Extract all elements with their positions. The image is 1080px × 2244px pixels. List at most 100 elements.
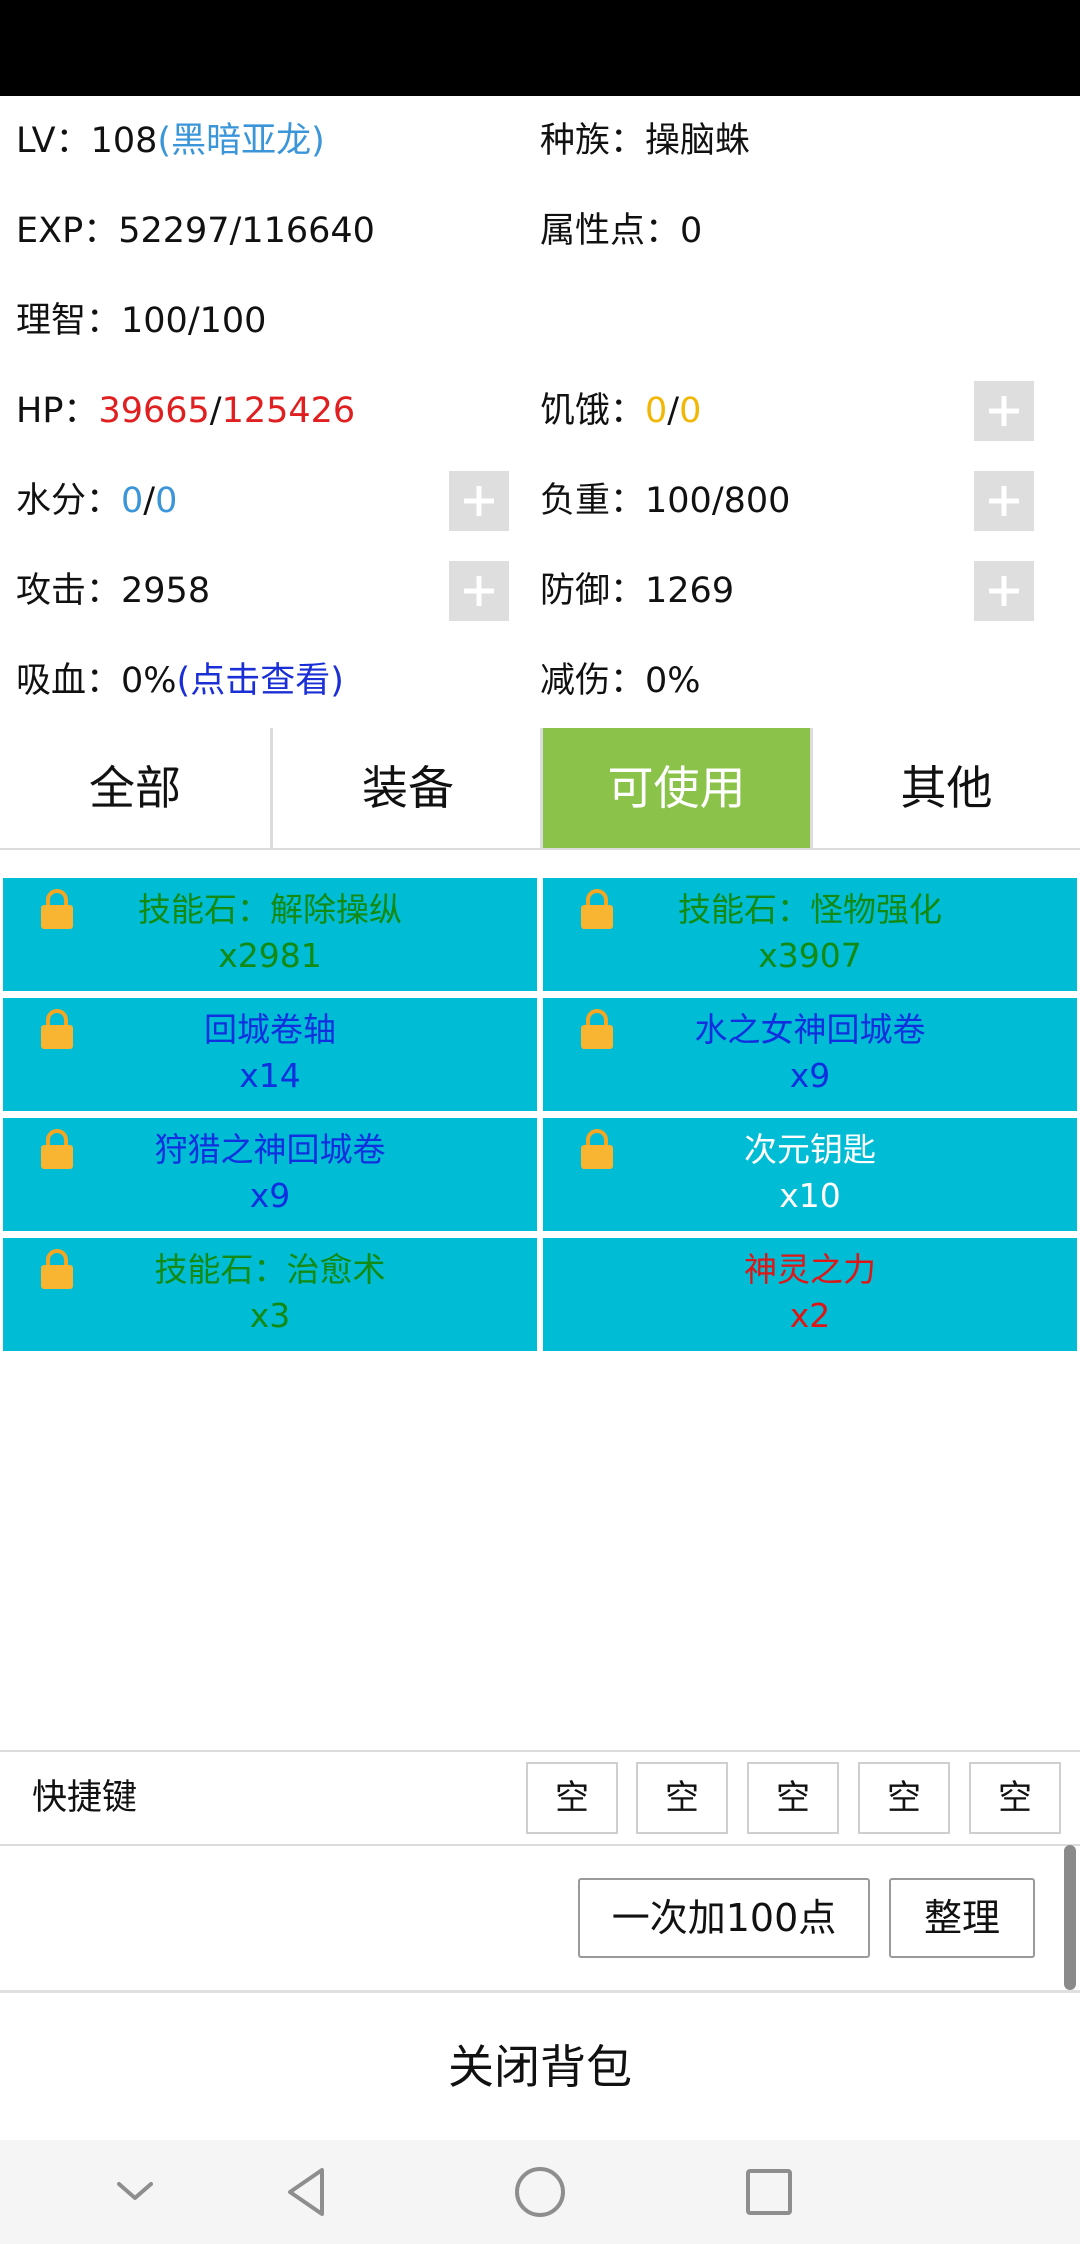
close-bag-button[interactable]: 关闭背包 (0, 1997, 1080, 2137)
plus-icon (989, 576, 1019, 606)
attack-value: 2958 (121, 571, 211, 611)
item-slot[interactable]: 技能石：解除操纵 x2981 (3, 878, 537, 991)
status-bar (0, 0, 1080, 96)
stats-row-hp: HP：39665/125426 饥饿：0/0 (0, 366, 1080, 456)
item-quantity: x2 (789, 1296, 831, 1335)
item-slot[interactable]: 技能石：怪物强化 x3907 (543, 878, 1077, 991)
hunger-label: 饥饿： (540, 391, 646, 431)
divider (0, 1990, 1080, 1993)
tab-all[interactable]: 全部 (0, 728, 270, 848)
exp-value: 52297/116640 (118, 211, 375, 251)
lifesteal-stat: 吸血：0%(点击查看) (16, 636, 344, 726)
item-name: 狩猎之神回城卷 (154, 1130, 386, 1169)
plus-icon (989, 486, 1019, 516)
hunger-current: 0 (645, 391, 668, 431)
item-quantity: x9 (789, 1056, 831, 1095)
item-slot[interactable]: 水之女神回城卷 x9 (543, 998, 1077, 1111)
race-stat: 种族：操脑蛛 (540, 96, 750, 186)
water-separator: / (143, 481, 156, 521)
stats-row-level: LV：108(黑暗亚龙) 种族：操脑蛛 (0, 96, 1080, 186)
scrollbar-thumb[interactable] (1064, 1845, 1076, 1990)
lifesteal-value: 0% (121, 661, 177, 701)
stats-row-exp: EXP：52297/116640 属性点：0 (0, 186, 1080, 276)
system-nav-bar (0, 2140, 1080, 2244)
attack-plus-button[interactable] (449, 561, 509, 621)
item-name: 技能石：怪物强化 (678, 890, 942, 929)
home-circle-icon[interactable] (508, 2160, 572, 2224)
plus-icon (464, 576, 494, 606)
tab-usable[interactable]: 可使用 (543, 728, 810, 848)
item-quantity: x9 (249, 1176, 291, 1215)
weight-plus-button[interactable] (974, 471, 1034, 531)
defense-plus-button[interactable] (974, 561, 1034, 621)
attack-label: 攻击： (16, 571, 122, 611)
hunger-max: 0 (679, 391, 702, 431)
quick-slot[interactable]: 空 (969, 1762, 1061, 1834)
quick-slot[interactable]: 空 (747, 1762, 839, 1834)
level-stat: LV：108(黑暗亚龙) (16, 96, 325, 186)
plus-icon (989, 396, 1019, 426)
defense-value: 1269 (645, 571, 735, 611)
weight-stat: 负重：100/800 (540, 456, 790, 546)
inventory-tabs: 全部 装备 可使用 其他 (0, 728, 1080, 850)
tab-equipment[interactable]: 装备 (273, 728, 543, 848)
quick-slot[interactable]: 空 (636, 1762, 728, 1834)
tab-other[interactable]: 其他 (813, 728, 1080, 848)
race-value: 操脑蛛 (645, 121, 751, 161)
level-title: (黑暗亚龙) (157, 121, 325, 161)
exp-stat: EXP：52297/116640 (16, 186, 375, 276)
quickbar: 快捷键 空 空 空 空 空 (0, 1750, 1080, 1846)
plus-icon (464, 486, 494, 516)
attr-points-label: 属性点： (540, 211, 681, 251)
defense-label: 防御： (540, 571, 646, 611)
damage-reduction-label: 减伤： (540, 661, 646, 701)
level-value: 108 (90, 121, 158, 161)
quick-slot[interactable]: 空 (858, 1762, 950, 1834)
item-name: 回城卷轴 (204, 1010, 336, 1049)
item-name: 技能石：解除操纵 (138, 890, 402, 929)
hp-label: HP： (16, 391, 99, 431)
hp-current: 39665 (98, 391, 210, 431)
quick-slot[interactable]: 空 (526, 1762, 618, 1834)
hunger-separator: / (667, 391, 680, 431)
lifesteal-label: 吸血： (16, 661, 122, 701)
weight-value: 100/800 (645, 481, 791, 521)
water-stat: 水分：0/0 (16, 456, 177, 546)
attr-points-value: 0 (680, 211, 703, 251)
item-slot[interactable]: 技能石：治愈术 x3 (3, 1238, 537, 1351)
race-label: 种族： (540, 121, 646, 161)
lifesteal-detail-link[interactable]: (点击查看) (177, 661, 344, 701)
sanity-label: 理智： (16, 301, 122, 341)
defense-stat: 防御：1269 (540, 546, 734, 636)
item-name: 次元钥匙 (744, 1130, 876, 1169)
damage-reduction-stat: 减伤：0% (540, 636, 701, 726)
sort-button[interactable]: 整理 (889, 1878, 1035, 1958)
sanity-stat: 理智：100/100 (16, 276, 266, 366)
item-slot[interactable]: 神灵之力 x2 (543, 1238, 1077, 1351)
attr-points-stat: 属性点：0 (540, 186, 702, 276)
stats-row-attack: 攻击：2958 防御：1269 (0, 546, 1080, 636)
water-max: 0 (155, 481, 178, 521)
item-name: 技能石：治愈术 (154, 1250, 386, 1289)
hunger-plus-button[interactable] (974, 381, 1034, 441)
water-label: 水分： (16, 481, 122, 521)
item-quantity: x3907 (758, 936, 862, 975)
hunger-stat: 饥饿：0/0 (540, 366, 701, 456)
water-plus-button[interactable] (449, 471, 509, 531)
item-slot[interactable]: 回城卷轴 x14 (3, 998, 537, 1111)
add-100-points-button[interactable]: 一次加100点 (578, 1878, 870, 1958)
exp-label: EXP： (16, 211, 119, 251)
recent-square-icon[interactable] (737, 2160, 801, 2224)
hp-separator: / (209, 391, 222, 431)
item-name: 神灵之力 (744, 1250, 876, 1289)
hp-stat: HP：39665/125426 (16, 366, 355, 456)
chevron-down-icon[interactable] (103, 2160, 167, 2224)
item-quantity: x3 (249, 1296, 291, 1335)
item-quantity: x2981 (218, 936, 322, 975)
sanity-value: 100/100 (121, 301, 267, 341)
damage-reduction-value: 0% (645, 661, 701, 701)
water-current: 0 (121, 481, 144, 521)
item-slot[interactable]: 次元钥匙 x10 (543, 1118, 1077, 1231)
back-triangle-icon[interactable] (278, 2160, 342, 2224)
item-slot[interactable]: 狩猎之神回城卷 x9 (3, 1118, 537, 1231)
